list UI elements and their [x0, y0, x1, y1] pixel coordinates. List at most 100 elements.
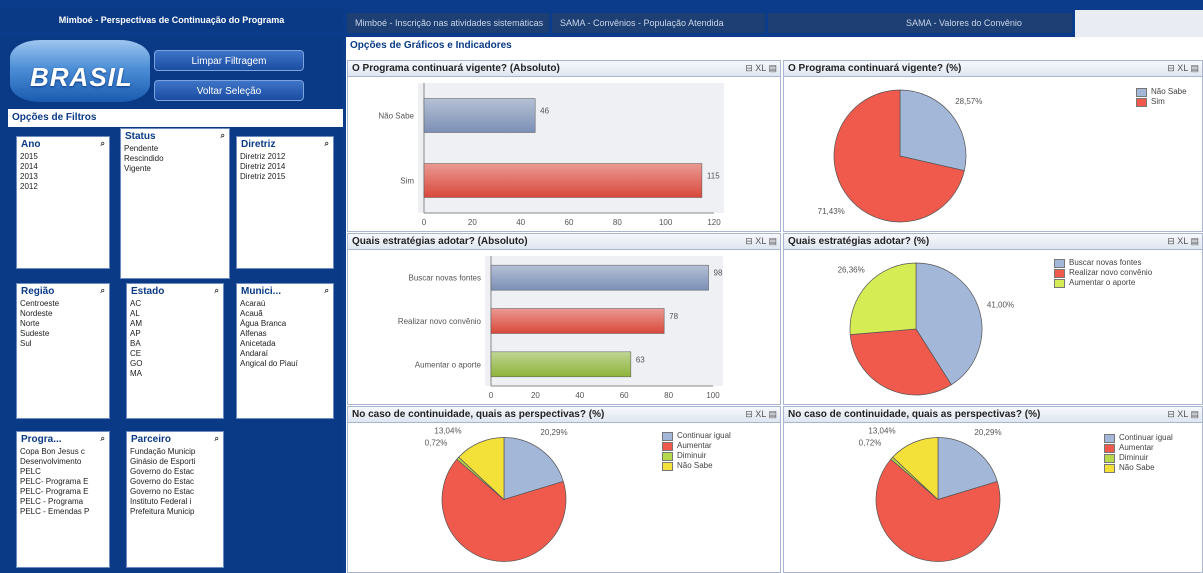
- listbox-item[interactable]: Pendente: [121, 144, 229, 154]
- legend-swatch: [1104, 443, 1115, 453]
- panel-tools-icon[interactable]: ⊟ XL ▤: [1167, 63, 1199, 74]
- listbox-2[interactable]: Diretriz ⌕ Diretriz 2012 Diretriz 2014 Diret…: [236, 136, 334, 269]
- listbox-item[interactable]: Água Branca: [237, 319, 333, 329]
- bar[interactable]: [490, 264, 709, 291]
- legend-item: Aumentar o aporte: [1054, 278, 1152, 288]
- search-icon[interactable]: ⌕: [325, 286, 329, 297]
- logo-text: BRASIL: [30, 62, 133, 92]
- search-icon[interactable]: ⌕: [215, 286, 219, 297]
- search-icon[interactable]: ⌕: [221, 131, 225, 142]
- listbox-4[interactable]: Estado ⌕ AC AL AM AP BA CE GO MA: [126, 283, 224, 419]
- listbox-item[interactable]: Instituto Federal i: [127, 497, 223, 507]
- panel-tools-icon[interactable]: ⊟ XL ▤: [1167, 236, 1199, 247]
- legend-item: Aumentar: [1104, 443, 1173, 453]
- panel-tools-icon[interactable]: ⊟ XL ▤: [745, 63, 777, 74]
- back-selection-button[interactable]: Voltar Seleção: [154, 80, 304, 101]
- legend-item: Diminuir: [662, 451, 731, 461]
- listbox-item[interactable]: AL: [127, 309, 223, 319]
- listbox-item[interactable]: Vigente: [121, 164, 229, 174]
- bar[interactable]: [490, 308, 665, 334]
- chart-title-text: O Programa continuará vigente? (Absoluto…: [352, 63, 560, 74]
- listbox-item[interactable]: Governo no Estac: [127, 487, 223, 497]
- listbox-item[interactable]: PELC- Programa E: [17, 477, 109, 487]
- listbox-title-text: Estado: [131, 286, 165, 297]
- listbox-item[interactable]: Diretriz 2015: [237, 172, 333, 182]
- listbox-item[interactable]: Sudeste: [17, 329, 109, 339]
- x-tick-label: 100: [659, 218, 673, 227]
- listbox-item[interactable]: Sul: [17, 339, 109, 349]
- listbox-item[interactable]: PELC: [17, 467, 109, 477]
- listbox-item[interactable]: Diretriz 2012: [237, 152, 333, 162]
- listbox-item[interactable]: 2014: [17, 162, 109, 172]
- listbox-item[interactable]: Andaraí: [237, 349, 333, 359]
- listbox-item[interactable]: Acauã: [237, 309, 333, 319]
- clear-filter-button[interactable]: Limpar Filtragem: [154, 50, 304, 71]
- listbox-item[interactable]: PELC - Emendas P: [17, 507, 109, 517]
- listbox-item[interactable]: Ginásio de Esporti: [127, 457, 223, 467]
- category-label: Aumentar o aporte: [415, 360, 482, 369]
- listbox-item[interactable]: Prefeitura Municip: [127, 507, 223, 517]
- listbox-item[interactable]: AP: [127, 329, 223, 339]
- x-tick-label: 120: [707, 218, 721, 227]
- listbox-item[interactable]: PELC- Programa E: [17, 487, 109, 497]
- x-tick-label: 80: [664, 391, 673, 400]
- bar[interactable]: [490, 351, 632, 378]
- search-icon[interactable]: ⌕: [101, 434, 105, 445]
- listbox-item[interactable]: 2015: [17, 152, 109, 162]
- chart-panel-2: Quais estratégias adotar? (Absoluto) ⊟ XL…: [347, 233, 781, 405]
- slice-label: 13,04%: [868, 427, 895, 436]
- search-icon[interactable]: ⌕: [215, 434, 219, 445]
- tab-inscricao[interactable]: Mimboé - Inscrição nas atividades sistem…: [347, 13, 549, 33]
- listbox-item[interactable]: MA: [127, 369, 223, 379]
- listbox-item[interactable]: Nordeste: [17, 309, 109, 319]
- search-icon[interactable]: ⌕: [101, 286, 105, 297]
- listbox-item[interactable]: BA: [127, 339, 223, 349]
- search-icon[interactable]: ⌕: [101, 139, 105, 150]
- listbox-6[interactable]: Progra... ⌕ Copa Bon Jesus c Desenvolviment…: [16, 431, 110, 568]
- listbox-item[interactable]: Diretriz 2014: [237, 162, 333, 172]
- listbox-title-text: Parceiro: [131, 434, 172, 445]
- bar[interactable]: [423, 163, 703, 198]
- legend-swatch: [1136, 87, 1147, 97]
- tabs-filler: [1075, 10, 1203, 37]
- listbox-item[interactable]: GO: [127, 359, 223, 369]
- listbox-item[interactable]: Anicetada: [237, 339, 333, 349]
- filters-heading: Opções de Filtros: [8, 109, 343, 127]
- listbox-5[interactable]: Munici... ⌕ Acaraú Acauã Água Branca Alfenas A…: [236, 283, 334, 419]
- listbox-item[interactable]: Desenvolvimento: [17, 457, 109, 467]
- listbox-item[interactable]: Rescindido: [121, 154, 229, 164]
- listbox-item[interactable]: PELC - Programa: [17, 497, 109, 507]
- panel-tools-icon[interactable]: ⊟ XL ▤: [745, 236, 777, 247]
- listbox-item[interactable]: Angical do Piauí: [237, 359, 333, 369]
- legend-swatch: [662, 441, 673, 451]
- x-tick-label: 0: [489, 391, 494, 400]
- listbox-item[interactable]: Norte: [17, 319, 109, 329]
- search-icon[interactable]: ⌕: [325, 139, 329, 150]
- listbox-item[interactable]: 2013: [17, 172, 109, 182]
- listbox-item[interactable]: Governo do Estac: [127, 467, 223, 477]
- chart-title-text: O Programa continuará vigente? (%): [788, 63, 962, 74]
- listbox-item[interactable]: Acaraú: [237, 299, 333, 309]
- listbox-item[interactable]: Governo do Estac: [127, 477, 223, 487]
- panel-tools-icon[interactable]: ⊟ XL ▤: [1167, 409, 1199, 420]
- listbox-item[interactable]: Centroeste: [17, 299, 109, 309]
- listbox-3[interactable]: Região ⌕ Centroeste Nordeste Norte Sudeste Sul: [16, 283, 110, 419]
- listbox-title: Região ⌕: [17, 284, 109, 299]
- tab-perspectivas[interactable]: Mimboé - Perspectivas de Continuação do …: [0, 9, 343, 31]
- tab-valores[interactable]: SAMA - Valores do Convênio: [768, 13, 1072, 33]
- tab-populacao[interactable]: SAMA - Convênios - População Atendida: [552, 13, 765, 33]
- listbox-item[interactable]: Alfenas: [237, 329, 333, 339]
- bar[interactable]: [423, 98, 536, 133]
- listbox-1[interactable]: Status ⌕ Pendente Rescindido Vigente: [120, 128, 230, 279]
- listbox-item[interactable]: AC: [127, 299, 223, 309]
- listbox-0[interactable]: Ano ⌕ 2015 2014 2013 2012: [16, 136, 110, 269]
- panel-tools-icon[interactable]: ⊟ XL ▤: [745, 409, 777, 420]
- legend-item: Não Sabe: [1104, 463, 1173, 473]
- listbox-item[interactable]: AM: [127, 319, 223, 329]
- listbox-7[interactable]: Parceiro ⌕ Fundação Municip Ginásio de Espo…: [126, 431, 224, 568]
- value-label: 98: [714, 269, 723, 278]
- listbox-item[interactable]: CE: [127, 349, 223, 359]
- listbox-item[interactable]: 2012: [17, 182, 109, 192]
- listbox-item[interactable]: Copa Bon Jesus c: [17, 447, 109, 457]
- listbox-item[interactable]: Fundação Municip: [127, 447, 223, 457]
